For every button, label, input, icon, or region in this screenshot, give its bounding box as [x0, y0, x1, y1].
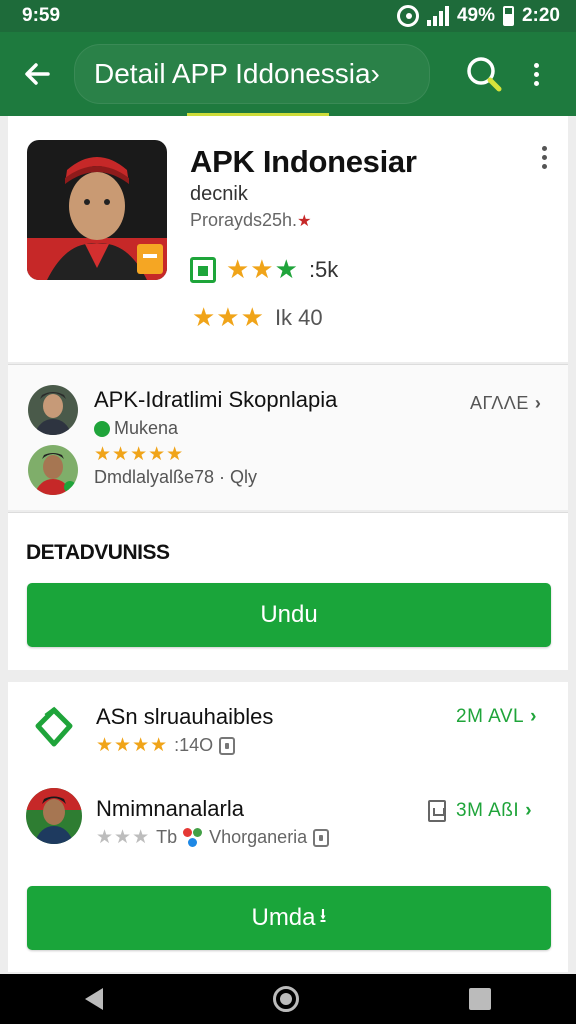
review-author: Mukena — [94, 418, 178, 439]
related-stars-1: ★★★★ — [96, 735, 169, 756]
review-card[interactable]: APK-Idratlimi Skopnlapia Mukena ★★★★★ Dm… — [8, 364, 568, 510]
review-action-label: AΓΛΛE — [470, 393, 529, 413]
developer-name[interactable]: decnik — [190, 183, 248, 206]
related-apps-card: ASn slruauhaibles ★★★★ :14O 2M AVL › Nmim… — [8, 682, 568, 972]
details-heading: DETADVUNISS — [26, 541, 170, 564]
battery-percent: 49% — [456, 5, 495, 26]
install-button-label: Umda — [251, 904, 316, 931]
shield-icon — [35, 706, 73, 747]
status-icons: 49% 2:20 — [396, 5, 560, 27]
search-button[interactable] — [460, 50, 508, 98]
related-app-title-1[interactable]: ASn slruauhaibles — [96, 704, 273, 730]
chevron-right-icon: › — [534, 393, 542, 413]
lock-icon — [219, 736, 236, 755]
review-stars: ★★★★★ — [94, 444, 185, 465]
related-action-label-1: 2M AVL — [456, 706, 525, 727]
status-bar: 9:59 49% 2:20 — [0, 0, 576, 32]
rating-stars-secondary: ★★★ — [192, 302, 265, 332]
nav-recents-icon[interactable] — [469, 988, 491, 1010]
dot-icon — [541, 155, 547, 160]
game-icon — [183, 827, 203, 848]
related-stars-2: ★★★ — [96, 827, 151, 848]
related-app-title-2[interactable]: Nmimnanalarla — [96, 796, 244, 822]
rating-primary: ★★★ :5k — [190, 254, 338, 285]
related-app-meta-2: ★★★ Tb Vhorganeria — [96, 826, 330, 849]
download-button[interactable]: Undu — [27, 583, 551, 647]
back-button[interactable] — [0, 32, 74, 116]
reviewer-avatar-2 — [28, 445, 78, 495]
app-icon[interactable] — [27, 140, 167, 280]
search-icon — [467, 57, 502, 92]
star-icon: ★ — [297, 213, 312, 230]
rating-badge-icon — [190, 256, 216, 283]
review-more-link[interactable]: AΓΛΛE › — [470, 393, 541, 414]
related-action-label-2: 3M AßI — [456, 800, 520, 821]
alarm-icon — [396, 5, 419, 27]
related-app-avatar-2[interactable] — [26, 788, 82, 844]
developer-subtitle-text: Prorayds25h. — [190, 210, 298, 230]
dot-icon — [533, 71, 539, 77]
related-meta-text-1: :14O — [174, 735, 214, 755]
developer-subtitle: Prorayds25h.★ — [190, 210, 311, 231]
related-meta2-text-2: Vhorganeria — [209, 827, 308, 847]
related-meta-text-2: Tb — [156, 827, 178, 847]
rating-primary-value: :5k — [308, 256, 339, 282]
status-time-right: 2:20 — [521, 5, 560, 26]
related-app-icon[interactable] — [32, 706, 76, 750]
verified-icon — [94, 420, 110, 437]
dot-icon — [541, 146, 547, 151]
review-title: APK-Idratlimi Skopnlapia — [94, 387, 338, 412]
document-icon — [428, 800, 446, 822]
app-bar: Detail APP Iddonessia› — [0, 32, 576, 116]
status-time-left: 9:59 — [22, 5, 61, 26]
app-header-card: APK Indonesiar decnik Prorayds25h.★ ★★★ … — [8, 116, 568, 362]
dot-icon — [541, 164, 547, 169]
nav-back-icon[interactable] — [85, 988, 103, 1010]
nav-home-icon[interactable] — [273, 986, 299, 1012]
system-nav-bar — [0, 974, 576, 1024]
related-app-meta-1: ★★★★ :14O — [96, 734, 236, 757]
chevron-right-icon: › — [530, 706, 537, 727]
rating-secondary: ★★★ Ik 40 — [192, 302, 323, 333]
arrow-left-icon — [25, 63, 50, 85]
chevron-right-icon: › — [525, 800, 533, 821]
reviewer-avatar — [28, 385, 78, 435]
dot-icon — [533, 62, 539, 68]
app-menu-button[interactable] — [532, 146, 556, 176]
battery-icon — [502, 6, 514, 26]
review-meta: Dmdlalyalße78 · Qly — [94, 467, 258, 487]
download-icon: ⭳ — [319, 905, 327, 927]
install-button[interactable]: Umda ⭳ — [27, 886, 551, 950]
rating-secondary-value: Ik 40 — [274, 304, 323, 330]
page-title[interactable]: Detail APP Iddonessia› — [74, 44, 430, 104]
related-app-action-2[interactable]: 3M AßI › — [428, 800, 532, 822]
signal-icon — [426, 6, 449, 26]
details-card: DETADVUNISS Undu — [8, 512, 568, 670]
dot-icon — [533, 80, 539, 86]
app-name: APK Indonesiar — [190, 144, 417, 179]
rating-stars: ★★★ — [226, 254, 299, 284]
overflow-menu-button[interactable] — [516, 44, 556, 104]
lock-icon — [313, 828, 330, 847]
related-app-action-1[interactable]: 2M AVL › — [456, 706, 537, 728]
review-author-name: Mukena — [114, 418, 179, 438]
